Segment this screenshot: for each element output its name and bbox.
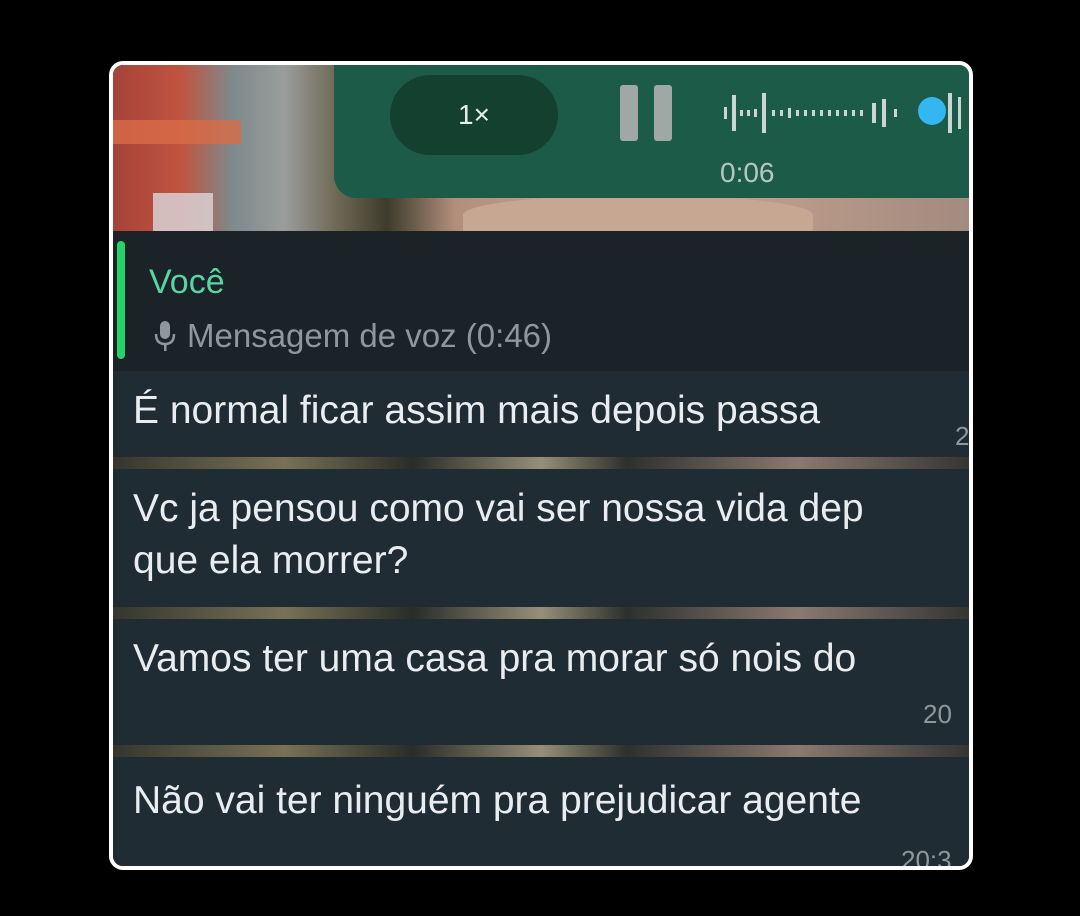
voice-player-bar: 1× 0:06 bbox=[334, 65, 969, 198]
message-bubble-1[interactable]: É normal ficar assim mais depois passa 2 bbox=[113, 371, 969, 455]
chat-area[interactable]: Você Mensagem de voz (0:46) É normal fic… bbox=[113, 231, 969, 866]
message-time-4: 20:3 bbox=[901, 845, 952, 870]
playback-time: 0:06 bbox=[720, 157, 775, 188]
reply-sender: Você bbox=[149, 263, 225, 301]
message-text-3: Vamos ter uma casa pra morar só nois do bbox=[133, 637, 857, 680]
message-bubble-4[interactable]: Não vai ter ninguém pra prejudicar agent… bbox=[113, 757, 969, 866]
message-text-1: É normal ficar assim mais depois passa bbox=[133, 389, 821, 432]
message-time-1: 2 bbox=[955, 421, 970, 451]
seek-handle[interactable] bbox=[918, 97, 946, 125]
pause-icon[interactable] bbox=[620, 85, 672, 141]
message-time-3: 20 bbox=[923, 699, 952, 729]
message-bubble-2[interactable]: Vc ja pensou como vai ser nossa vida dep… bbox=[113, 469, 969, 607]
playback-speed-button[interactable]: 1× bbox=[390, 75, 558, 155]
reply-accent-bar bbox=[117, 241, 125, 359]
message-text-2b: que ela morrer? bbox=[133, 539, 409, 582]
reply-snippet-text: Mensagem de voz (0:46) bbox=[187, 317, 553, 354]
mic-icon bbox=[154, 321, 176, 351]
quoted-reply[interactable]: Você Mensagem de voz (0:46) bbox=[113, 231, 969, 371]
photo-gap bbox=[113, 457, 969, 469]
photo-gap bbox=[113, 607, 969, 619]
reply-snippet: Mensagem de voz (0:46) bbox=[153, 317, 552, 355]
photo-gap bbox=[113, 745, 969, 757]
message-text-2a: Vc ja pensou como vai ser nossa vida dep bbox=[133, 487, 864, 530]
message-text-4: Não vai ter ninguém pra prejudicar agent… bbox=[133, 779, 862, 822]
message-bubble-3[interactable]: Vamos ter uma casa pra morar só nois do … bbox=[113, 619, 969, 745]
photo-box bbox=[153, 193, 213, 231]
photo-shelf bbox=[113, 120, 241, 144]
screenshot-frame: 1× 0:06 Você Mensagem de voz (0:46) É no… bbox=[109, 61, 973, 870]
photo-face bbox=[463, 195, 813, 235]
